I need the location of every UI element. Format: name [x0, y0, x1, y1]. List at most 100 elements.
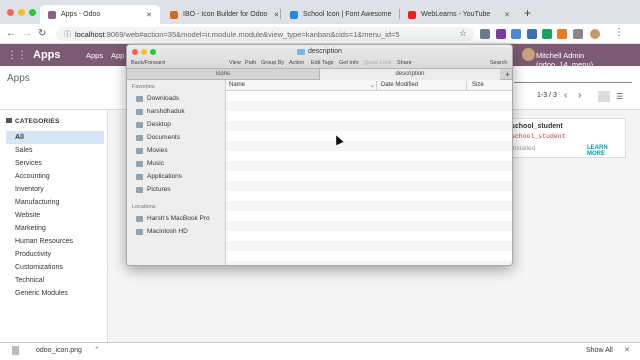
column-name[interactable]: Name [229, 82, 245, 88]
sidebar-item-movies[interactable]: Movies [136, 145, 168, 156]
reload-icon[interactable]: ↻ [38, 28, 46, 39]
add-tab-icon[interactable]: + [501, 69, 512, 80]
category-item[interactable]: Technical [6, 274, 104, 287]
finder-window[interactable]: description Back/Forward View Path Group… [126, 44, 513, 266]
finder-close-icon[interactable] [132, 49, 138, 55]
extension-icon[interactable] [480, 29, 490, 39]
app-card-tech-name: school_student [511, 133, 566, 140]
downloads-icon [136, 95, 143, 102]
tab-ibo[interactable]: IBO - Icon Builder for Odoo ✕ [162, 5, 278, 24]
extension-icon[interactable] [557, 29, 567, 39]
new-tab-button[interactable]: + [524, 6, 531, 20]
menu-apps[interactable]: Apps [86, 51, 103, 60]
category-item[interactable]: Productivity [6, 248, 104, 261]
tab-title: Apps - Odoo [61, 11, 101, 18]
tab-apps-odoo[interactable]: Apps - Odoo ✕ [40, 5, 160, 24]
category-item[interactable]: Generic Modules [6, 287, 104, 300]
tab-font-awesome[interactable]: School Icon | Font Awesome ✕ [282, 5, 398, 24]
puzzle-icon[interactable] [573, 29, 583, 39]
group-by-button[interactable]: Group By [261, 60, 284, 66]
bookmark-star-icon[interactable]: ☆ [459, 28, 467, 39]
app-card-school-student[interactable]: school_student school_student Installed … [500, 118, 626, 158]
home-icon [136, 108, 143, 115]
finder-minimize-icon[interactable] [141, 49, 147, 55]
pictures-icon [136, 186, 143, 193]
list-view-icon[interactable]: ☰ [616, 92, 623, 101]
category-item[interactable]: Inventory [6, 183, 104, 196]
category-item[interactable]: Manufacturing [6, 196, 104, 209]
pager: 1-3 / 3 [537, 92, 557, 99]
download-filename[interactable]: odoo_icon.png [36, 347, 82, 354]
quick-look-button[interactable]: Quick Look [364, 60, 392, 66]
category-item[interactable]: All [6, 131, 104, 144]
url-input[interactable]: ⓘ localhost:8069/web#action=35&model=ir.… [56, 27, 474, 41]
sidebar-item-applications[interactable]: Applications [136, 171, 182, 182]
back-arrow-icon[interactable]: ← [6, 28, 16, 39]
category-item[interactable]: Human Resources [6, 235, 104, 248]
desktop-icon [136, 121, 143, 128]
share-button[interactable]: Share [397, 60, 412, 66]
show-all-button[interactable]: Show All [586, 347, 613, 354]
path-button[interactable]: Path [245, 60, 256, 66]
category-item[interactable]: Marketing [6, 222, 104, 235]
sidebar-item-documents[interactable]: Documents [136, 132, 180, 143]
get-info-button[interactable]: Get Info [339, 60, 359, 66]
sidebar-item-home[interactable]: harshdhaduk [136, 106, 185, 117]
sidebar-item-macintosh-hd[interactable]: Macintosh HD [136, 226, 188, 237]
apps-grid-icon[interactable]: ⋮⋮ [7, 50, 27, 61]
close-tab-icon[interactable]: ✕ [391, 11, 398, 19]
category-item[interactable]: Sales [6, 144, 104, 157]
column-size[interactable]: Size [472, 82, 484, 88]
close-tab-icon[interactable]: ✕ [267, 11, 278, 19]
tab-description[interactable]: description [320, 69, 500, 80]
close-tab-icon[interactable]: ✕ [140, 11, 152, 19]
sidebar-item-desktop[interactable]: Desktop [136, 119, 171, 130]
odoo-favicon-icon [48, 10, 56, 19]
search-input[interactable] [514, 70, 632, 83]
kanban-view-icon[interactable] [598, 91, 610, 102]
user-avatar[interactable] [522, 48, 535, 61]
sidebar-item-downloads[interactable]: Downloads [136, 93, 179, 104]
view-button[interactable]: View [229, 60, 241, 66]
finder-column-headers: Name ⌄ Date Modified Size [226, 80, 512, 91]
extension-icon[interactable] [542, 29, 552, 39]
close-window-icon[interactable] [7, 9, 14, 16]
extension-icon[interactable] [527, 29, 537, 39]
sidebar-item-macbook[interactable]: Harsh's MacBook Pro [136, 213, 210, 224]
sidebar-item-pictures[interactable]: Pictures [136, 184, 170, 195]
extension-icon[interactable] [511, 29, 521, 39]
info-icon[interactable]: ⓘ [64, 29, 71, 39]
finder-file-list[interactable] [226, 91, 512, 265]
pager-next-icon[interactable]: › [578, 90, 581, 101]
forward-arrow-icon[interactable]: → [22, 28, 32, 39]
tab-youtube[interactable]: WebLearns - YouTube ✕ [400, 5, 518, 24]
zoom-window-icon[interactable] [29, 9, 36, 16]
close-tab-icon[interactable]: ✕ [498, 11, 510, 19]
learn-more-button[interactable]: LEARN MORE [587, 145, 625, 157]
pager-prev-icon[interactable]: ‹ [564, 90, 567, 101]
category-item[interactable]: Services [6, 157, 104, 170]
sort-chevron-icon[interactable]: ⌄ [370, 82, 375, 89]
category-item[interactable]: Website [6, 209, 104, 222]
menu-kebab-icon[interactable]: ⋮ [614, 27, 624, 38]
url-path: :8069/web#action=35&model=ir.module.modu… [104, 29, 400, 39]
category-item[interactable]: Customizations [6, 261, 104, 274]
sidebar-item-music[interactable]: Music [136, 158, 164, 169]
close-download-bar-icon[interactable]: ✕ [624, 346, 630, 354]
favorites-heading: Favorites [132, 84, 155, 90]
tab-icons[interactable]: icons [127, 69, 320, 80]
chevron-up-icon[interactable]: ⌃ [94, 346, 100, 354]
minimize-window-icon[interactable] [18, 9, 25, 16]
edit-tags-button[interactable]: Edit Tags [311, 60, 334, 66]
app-brand[interactable]: Apps [33, 49, 61, 61]
category-item[interactable]: Accounting [6, 170, 104, 183]
extension-icon[interactable] [496, 29, 506, 39]
search-button[interactable]: Search [490, 60, 507, 66]
back-forward-button[interactable]: Back/Forward [131, 60, 165, 66]
column-date-modified[interactable]: Date Modified [381, 82, 418, 88]
finder-toolbar: description Back/Forward View Path Group… [127, 45, 512, 69]
finder-zoom-icon[interactable] [150, 49, 156, 55]
action-button[interactable]: Action [289, 60, 304, 66]
file-icon [12, 346, 19, 355]
profile-avatar-icon[interactable] [590, 29, 600, 39]
